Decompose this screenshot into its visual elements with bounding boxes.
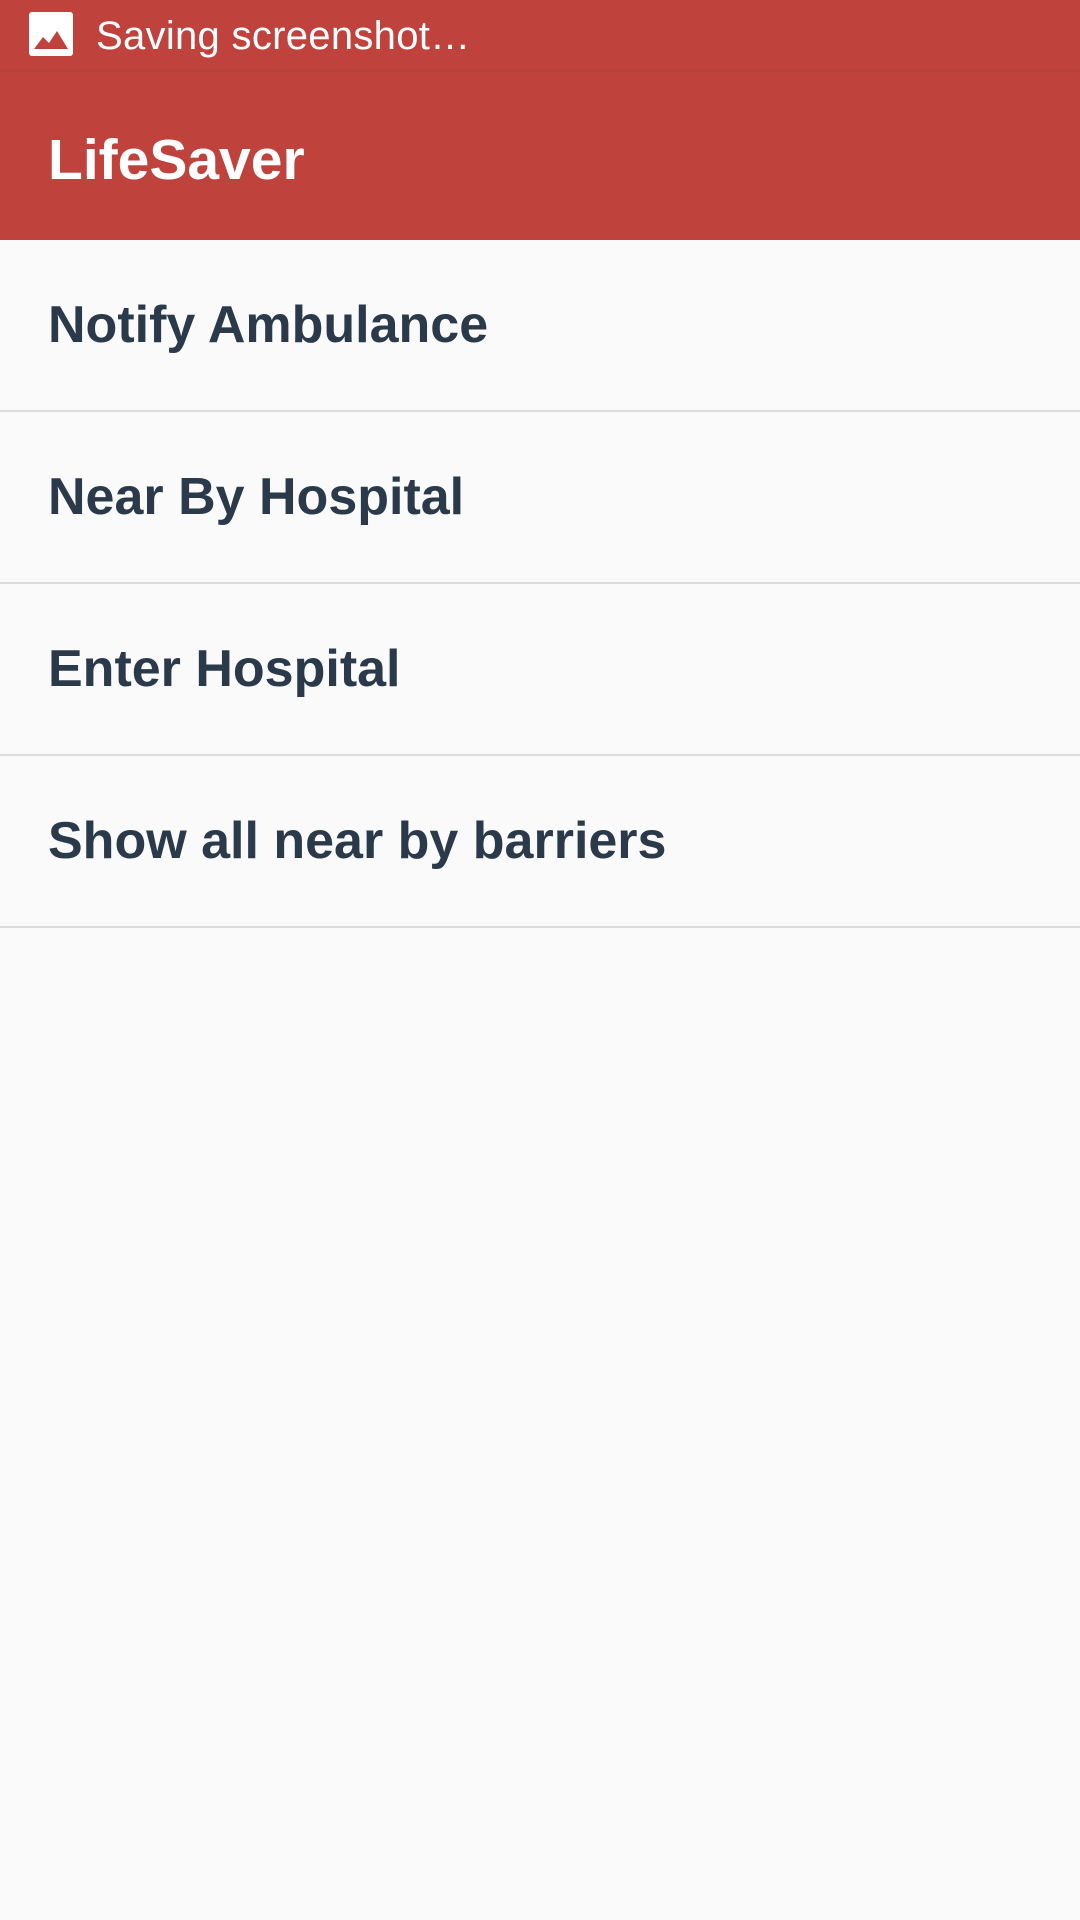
- menu-item-enter-hospital[interactable]: Enter Hospital: [0, 584, 1080, 756]
- menu-item-notify-ambulance[interactable]: Notify Ambulance: [0, 240, 1080, 412]
- menu-item-label: Enter Hospital: [48, 640, 401, 698]
- app-title: LifeSaver: [48, 128, 305, 192]
- menu-item-label: Notify Ambulance: [48, 296, 489, 354]
- image-icon: [28, 11, 74, 57]
- status-bar: Saving screenshot…: [0, 0, 1080, 72]
- screen: Saving screenshot… LifeSaver Notify Ambu…: [0, 0, 1080, 1920]
- menu-item-label: Show all near by barriers: [48, 812, 667, 870]
- menu-item-label: Near By Hospital: [48, 468, 465, 526]
- menu-item-near-by-hospital[interactable]: Near By Hospital: [0, 412, 1080, 584]
- menu-item-show-barriers[interactable]: Show all near by barriers: [0, 756, 1080, 928]
- notification-text: Saving screenshot…: [96, 14, 471, 58]
- app-bar: LifeSaver: [0, 72, 1080, 240]
- menu-list: Notify Ambulance Near By Hospital Enter …: [0, 240, 1080, 928]
